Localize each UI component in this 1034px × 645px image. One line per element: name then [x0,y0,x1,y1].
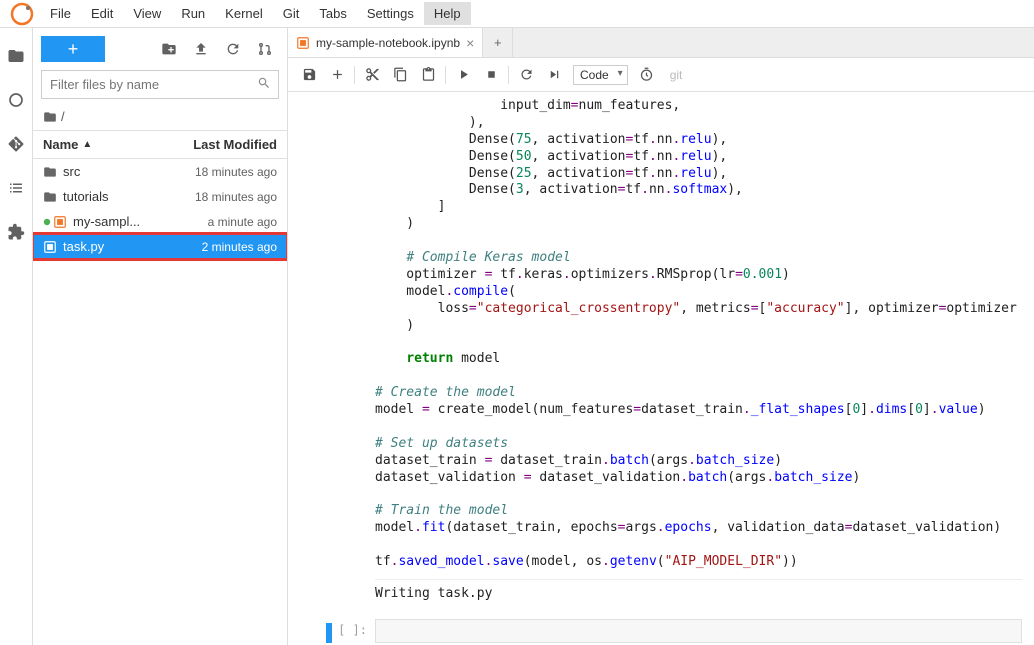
menu-help[interactable]: Help [424,2,471,25]
file-row[interactable]: my-sampl... a minute ago [33,209,287,234]
stop-icon[interactable] [478,62,504,88]
menu-view[interactable]: View [123,2,171,25]
name-column-header[interactable]: Name ▲ [43,137,92,152]
notebook-toolbar: Code git [288,58,1034,92]
menu-run[interactable]: Run [171,2,215,25]
restart-run-icon[interactable] [541,62,567,88]
menu-kernel[interactable]: Kernel [215,2,273,25]
git-label: git [670,68,683,82]
cell-type-select[interactable]: Code [573,65,628,85]
menu-git[interactable]: Git [273,2,310,25]
file-modified: a minute ago [208,215,277,229]
timer-icon[interactable] [634,62,660,88]
file-modified: 18 minutes ago [195,190,277,204]
cell-prompt: [ ]: [338,623,367,637]
menu-settings[interactable]: Settings [357,2,424,25]
notebook-icon [43,240,57,254]
list-icon[interactable] [6,178,26,198]
folder-icon [43,190,57,204]
file-row[interactable]: task.py 2 minutes ago [33,234,287,259]
filter-input[interactable] [41,70,279,99]
menu-tabs[interactable]: Tabs [309,2,356,25]
run-icon[interactable] [450,62,476,88]
copy-icon[interactable] [387,62,413,88]
refresh-icon[interactable] [219,36,247,62]
notebook-content[interactable]: input_dim=num_features, ), Dense(75, act… [288,92,1034,645]
file-name: task.py [63,239,104,254]
tab-notebook[interactable]: my-sample-notebook.ipynb × [288,28,483,57]
cell-input[interactable] [375,619,1022,643]
new-folder-icon[interactable] [155,36,183,62]
notebook-running-icon [43,215,67,229]
file-modified: 18 minutes ago [195,165,277,179]
extension-icon[interactable] [6,222,26,242]
menu-file[interactable]: File [40,2,81,25]
notebook-area: my-sample-notebook.ipynb × + Code [288,28,1034,645]
activity-bar [0,28,33,645]
paste-icon[interactable] [415,62,441,88]
close-icon[interactable]: × [466,35,474,51]
tab-bar: my-sample-notebook.ipynb × + [288,28,1034,58]
file-modified: 2 minutes ago [202,240,277,254]
file-row[interactable]: src 18 minutes ago [33,159,287,184]
menubar: FileEditViewRunKernelGitTabsSettingsHelp [0,0,1034,28]
save-icon[interactable] [296,62,322,88]
file-row[interactable]: tutorials 18 minutes ago [33,184,287,209]
add-cell-icon[interactable] [324,62,350,88]
cut-icon[interactable] [359,62,385,88]
circle-icon[interactable] [6,90,26,110]
folder-icon [43,165,57,179]
new-launcher-button[interactable]: + [41,36,105,62]
menu-edit[interactable]: Edit [81,2,123,25]
file-list: src 18 minutes ago tutorials 18 minutes ago… [33,159,287,645]
git-pull-icon[interactable] [251,36,279,62]
folder-icon[interactable] [6,46,26,66]
file-name: tutorials [63,189,109,204]
empty-cell[interactable]: [ ]: [300,619,1022,643]
file-name: my-sampl... [73,214,140,229]
upload-icon[interactable] [187,36,215,62]
execution-indicator [326,623,332,643]
restart-icon[interactable] [513,62,539,88]
code-output: input_dim=num_features, ), Dense(75, act… [375,94,1022,575]
search-icon [257,76,271,90]
jupyter-logo[interactable] [10,2,34,26]
breadcrumb[interactable]: / [33,103,287,130]
tab-title: my-sample-notebook.ipynb [316,36,460,50]
code-output-cell: input_dim=num_features, ), Dense(75, act… [300,94,1022,607]
new-tab-button[interactable]: + [483,28,513,57]
file-browser: + / Name ▲ Last Modified src 18 minutes a… [33,28,288,645]
modified-column-header[interactable]: Last Modified [193,137,277,152]
git-icon[interactable] [6,134,26,154]
breadcrumb-root: / [61,109,65,124]
stdout-output: Writing task.py [375,579,1022,607]
file-header: Name ▲ Last Modified [33,130,287,159]
file-name: src [63,164,80,179]
